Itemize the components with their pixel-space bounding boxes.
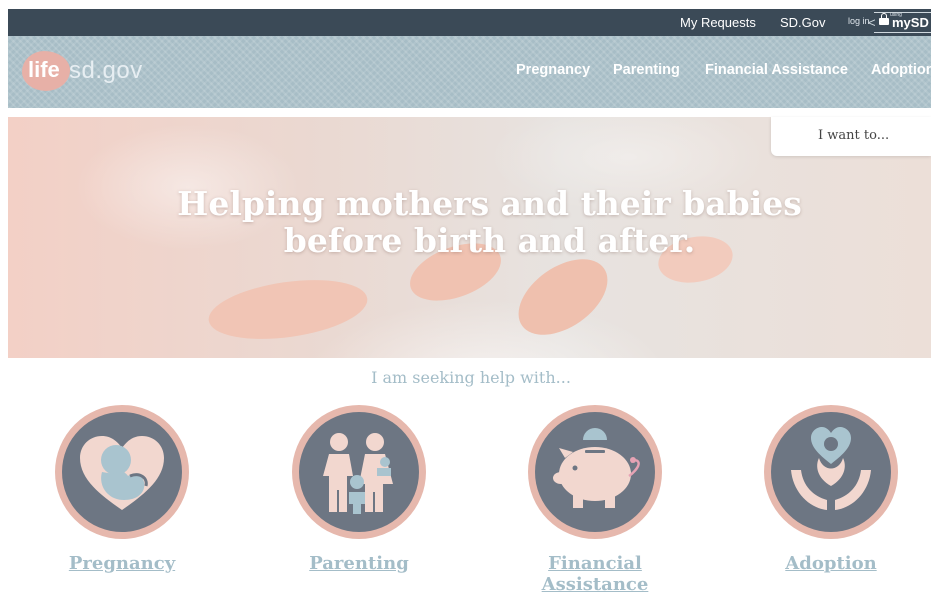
adoption-icon-circle[interactable] xyxy=(764,405,898,539)
hero-headline: Helping mothers and their babies before … xyxy=(8,185,931,259)
fetus-heart-icon xyxy=(80,436,164,510)
piggy-bank-icon xyxy=(553,428,640,508)
site-logo[interactable]: life sd.gov xyxy=(22,51,162,93)
parenting-link[interactable]: Parenting xyxy=(259,553,459,574)
pregnancy-icon-circle[interactable] xyxy=(55,405,189,539)
i-want-to-label: I want to... xyxy=(818,128,890,143)
nav-financial-assistance[interactable]: Financial Assistance xyxy=(705,62,848,78)
i-want-to-dropdown[interactable]: I want to... xyxy=(771,117,931,156)
mysd-login-button[interactable]: < using mySD xyxy=(868,12,931,33)
logo-life-text: life xyxy=(28,57,60,82)
adoption-link[interactable]: Adoption xyxy=(731,553,931,574)
financial-label-line2: Assistance xyxy=(541,574,649,595)
parenting-icon-circle[interactable] xyxy=(292,405,426,539)
nav-parenting[interactable]: Parenting xyxy=(613,62,680,78)
logo-domain-text: sd.gov xyxy=(69,57,143,84)
financial-label-line1: Financial xyxy=(548,553,642,574)
chevron-left-icon: < xyxy=(868,15,876,30)
seeking-help-heading: I am seeking help with... xyxy=(371,368,571,387)
pregnancy-link[interactable]: Pregnancy xyxy=(22,553,222,574)
financial-assistance-link[interactable]: Financial Assistance xyxy=(495,553,695,595)
financial-icon-circle[interactable] xyxy=(528,405,662,539)
hands-child-icon xyxy=(791,427,871,510)
hero-headline-line1: Helping mothers and their babies xyxy=(177,184,802,223)
site-header: life sd.gov Pregnancy Parenting Financia… xyxy=(8,36,931,108)
lock-icon xyxy=(879,13,889,25)
family-icon xyxy=(323,433,393,514)
mysd-label: mySD xyxy=(892,15,929,30)
hero-headline-line2: before birth and after. xyxy=(283,221,696,260)
top-utility-bar: My Requests SD.Gov log in < using mySD xyxy=(8,9,931,36)
nav-pregnancy[interactable]: Pregnancy xyxy=(516,62,590,78)
sd-gov-link[interactable]: SD.Gov xyxy=(780,15,826,30)
login-link[interactable]: log in xyxy=(848,16,870,26)
my-requests-link[interactable]: My Requests xyxy=(680,15,756,30)
nav-adoption[interactable]: Adoption xyxy=(871,62,931,78)
